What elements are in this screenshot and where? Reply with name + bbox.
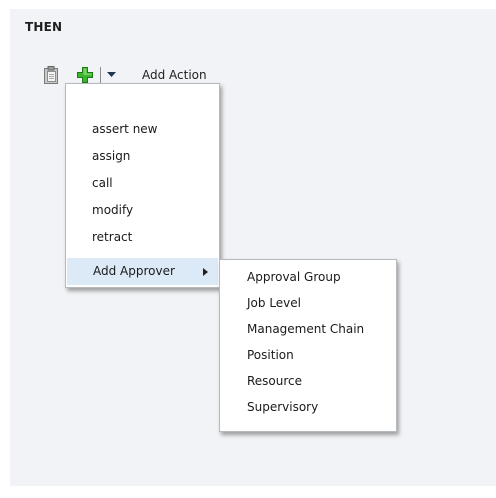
menu-item-retract[interactable]: retract	[66, 224, 219, 251]
submenu-item-resource[interactable]: Resource	[220, 368, 396, 395]
submenu-arrow-icon	[203, 268, 208, 276]
menu-item-modify[interactable]: modify	[66, 197, 219, 224]
toolbar-separator	[100, 67, 101, 84]
submenu-item-job-level[interactable]: Job Level	[220, 290, 396, 317]
menu-item-assert-new[interactable]: assert new	[66, 116, 219, 143]
clipboard-icon[interactable]	[42, 64, 60, 86]
menu-item-call[interactable]: call	[66, 170, 219, 197]
submenu-item-approval-group[interactable]: Approval Group	[220, 264, 396, 291]
add-action-button[interactable]: Add Action	[142, 68, 207, 82]
submenu-item-supervisory[interactable]: Supervisory	[220, 394, 396, 421]
action-menu: assert new assign call modify retract Ad…	[65, 83, 220, 288]
menu-item-add-approver-label: Add Approver	[93, 264, 175, 278]
approver-submenu: Approval Group Job Level Management Chai…	[219, 259, 397, 432]
submenu-item-position[interactable]: Position	[220, 342, 396, 369]
menu-item-assign[interactable]: assign	[66, 143, 219, 170]
section-title: THEN	[25, 20, 63, 34]
menu-item-add-approver[interactable]: Add Approver	[67, 258, 218, 285]
submenu-item-management-chain[interactable]: Management Chain	[220, 316, 396, 343]
